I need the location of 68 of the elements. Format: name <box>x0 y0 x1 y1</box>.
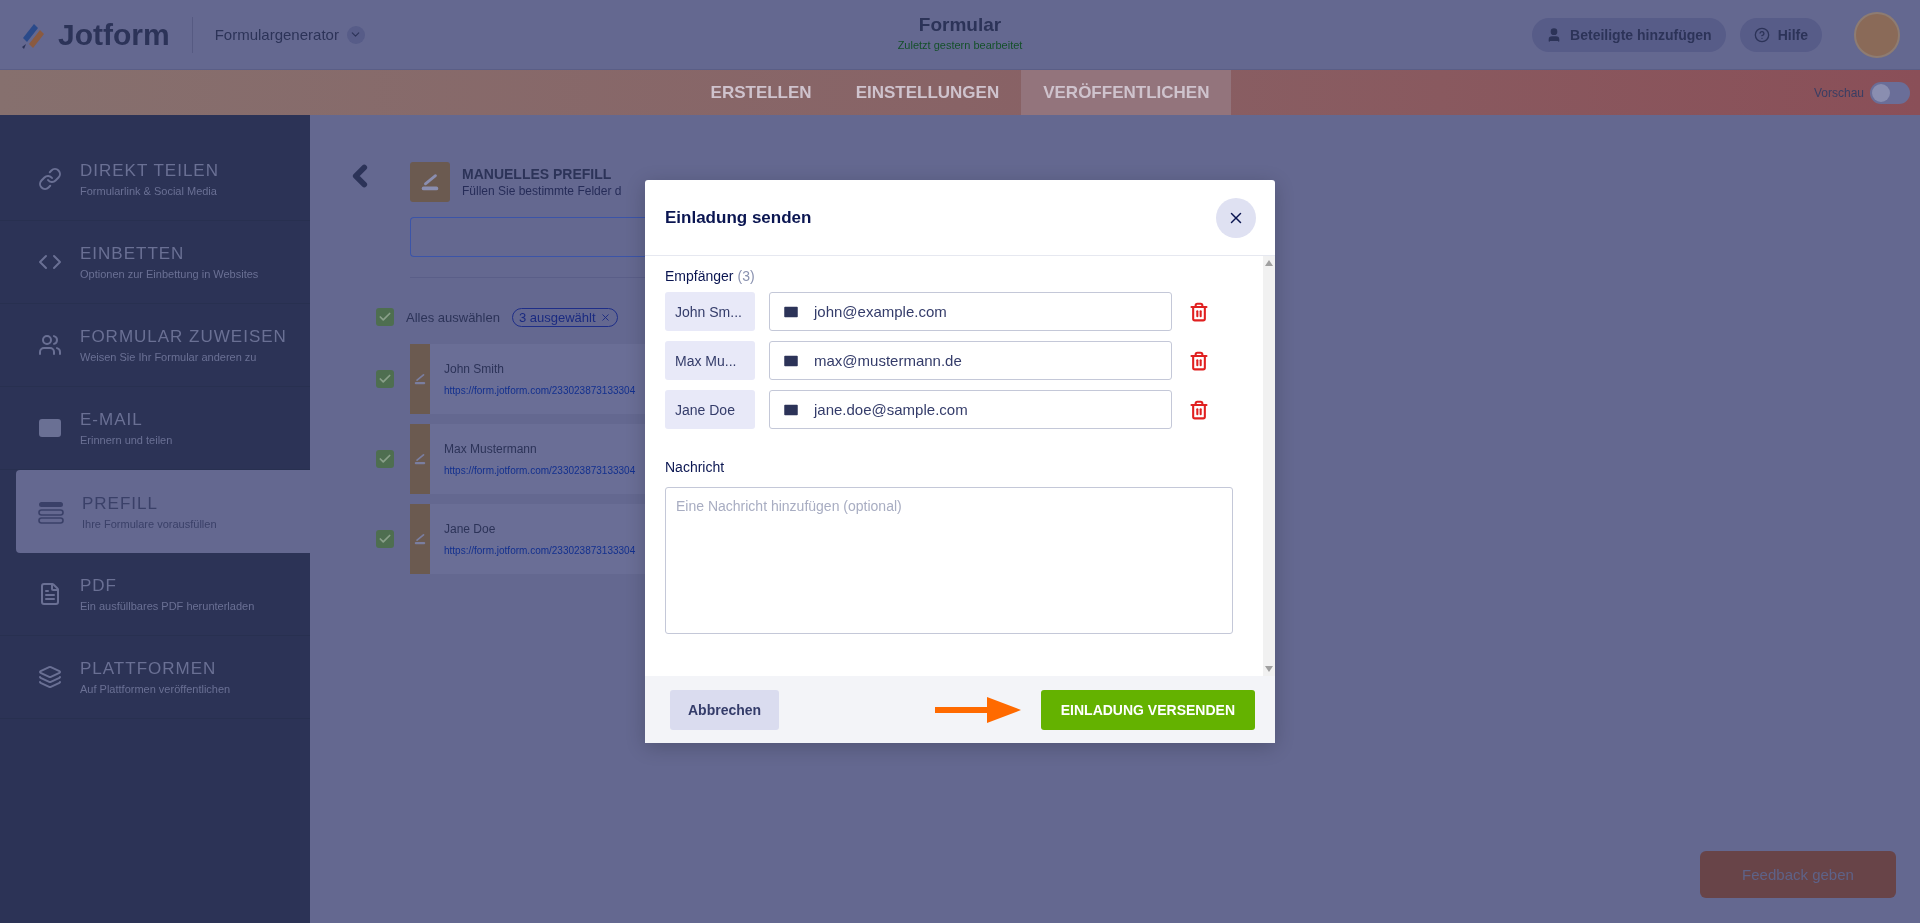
recipient-name: Max Mu... <box>665 341 755 380</box>
nav-tab[interactable]: EINSTELLUNGEN <box>833 70 1022 115</box>
select-all-label: Alles auswählen <box>406 309 500 325</box>
recipients-label: Empfänger (3) <box>665 268 756 284</box>
recipient-name: Jane Doe <box>665 390 755 429</box>
help-icon <box>1753 26 1770 43</box>
sidebar-item[interactable]: EINBETTEN Optionen zur Einbettung in Websites <box>0 221 310 304</box>
prefill-entry-card[interactable]: Jane Doe https://form.jotform.com/233023873133304 <box>410 504 645 574</box>
avatar[interactable] <box>1854 11 1900 58</box>
sidebar-item[interactable]: PLATTFORMEN Auf Plattformen veröffentlichen <box>0 636 310 719</box>
arrow-icon <box>934 695 1021 724</box>
scroll-up-icon[interactable] <box>1265 260 1273 266</box>
sidebar-item[interactable]: DIREKT TEILEN Formularlink & Social Media <box>0 138 310 221</box>
sidebar-item[interactable]: FORMULAR ZUWEISEN Weisen Sie Ihr Formular anderen zu <box>0 304 310 387</box>
entry-link[interactable]: https://form.jotform.com/233023873133304 <box>444 385 636 396</box>
preview-toggle[interactable] <box>1870 81 1910 104</box>
entry-name: Jane Doe <box>444 522 497 536</box>
dialog-title: Einladung senden <box>665 207 812 228</box>
delete-button[interactable] <box>1189 399 1209 420</box>
entry-link[interactable]: https://form.jotform.com/233023873133304 <box>444 545 636 556</box>
prefill-icon <box>413 372 427 386</box>
delete-button[interactable] <box>1189 350 1209 371</box>
check-icon <box>378 532 392 546</box>
prefill-icon <box>38 499 64 524</box>
entry-checkbox[interactable] <box>376 450 394 468</box>
sidebar-item[interactable]: PDF Ein ausfüllbares PDF herunterladen <box>0 553 310 636</box>
section-title: MANUELLES PREFILL <box>462 166 613 182</box>
search-field[interactable] <box>410 217 645 257</box>
email-field[interactable]: max@mustermann.de <box>769 341 1172 380</box>
layers-icon <box>38 665 62 689</box>
prefill-icon <box>413 452 427 466</box>
prefill-entry-card[interactable]: John Smith https://form.jotform.com/233023873133304 <box>410 344 645 414</box>
clear-icon <box>599 311 611 323</box>
close-button[interactable] <box>1216 197 1256 238</box>
recipient-name: John Sm... <box>665 292 755 331</box>
nav-tab[interactable]: VERÖFFENTLICHEN <box>1021 70 1232 115</box>
prefill-icon <box>419 171 441 193</box>
logo-text: Jotform <box>58 17 170 52</box>
link-icon <box>38 167 62 191</box>
preview-label: Vorschau <box>1813 85 1864 100</box>
entry-checkbox[interactable] <box>376 530 394 548</box>
check-icon <box>378 372 392 386</box>
document-icon <box>38 582 62 606</box>
users-icon <box>38 333 62 357</box>
delete-button[interactable] <box>1189 301 1209 322</box>
email-field[interactable]: john@example.com <box>769 292 1172 331</box>
send-invitation-button[interactable]: EINLADUNG VERSENDEN <box>1040 689 1255 730</box>
email-field[interactable]: jane.doe@sample.com <box>769 390 1172 429</box>
entry-checkbox[interactable] <box>376 370 394 388</box>
check-icon <box>378 310 392 324</box>
nav-tab[interactable]: ERSTELLEN <box>688 70 834 115</box>
entry-link[interactable]: https://form.jotform.com/233023873133304 <box>444 465 636 476</box>
builder-dropdown[interactable]: Formulargenerator <box>214 25 365 44</box>
scroll-down-icon[interactable] <box>1265 666 1273 672</box>
cancel-button[interactable]: Abbrechen <box>670 689 780 730</box>
scrollbar[interactable] <box>1263 256 1275 676</box>
prefill-entry-card[interactable]: Max Mustermann https://form.jotform.com/233023873133304 <box>410 424 645 494</box>
entry-name: Max Mustermann <box>444 442 538 456</box>
select-all-checkbox[interactable] <box>376 308 394 326</box>
feedback-button[interactable]: Feedback geben <box>1700 851 1896 898</box>
chevron-down-icon <box>346 25 365 44</box>
last-edited-text: Zuletzt gestern bearbeitet <box>897 39 1023 51</box>
form-title: Formular <box>918 14 1002 36</box>
check-icon <box>378 452 392 466</box>
message-field[interactable]: Eine Nachricht hinzufügen (optional) <box>665 487 1233 634</box>
entry-name: John Smith <box>444 362 506 376</box>
message-label: Nachricht <box>665 459 726 475</box>
prefill-icon <box>413 532 427 546</box>
